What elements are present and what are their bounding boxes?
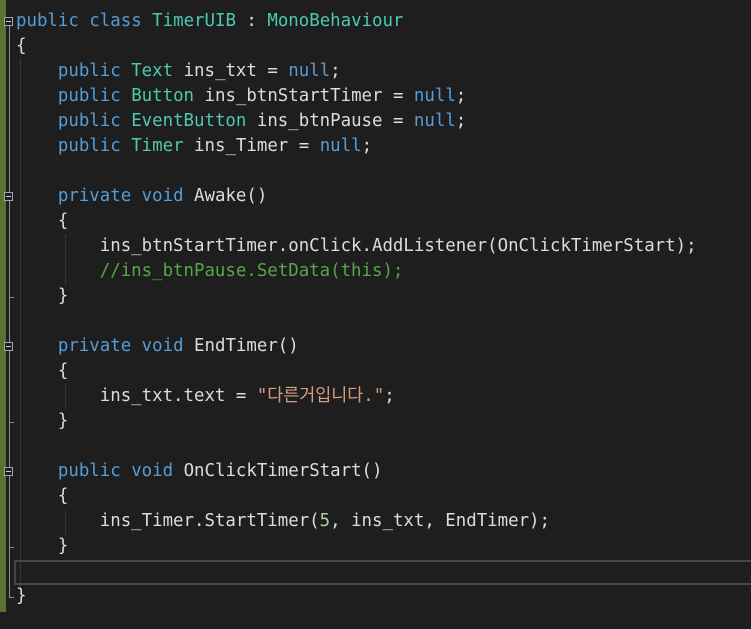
code-token: void xyxy=(141,186,184,206)
code-line[interactable]: private void Awake() xyxy=(16,184,267,209)
code-token: { xyxy=(16,211,69,231)
code-token: { xyxy=(16,361,69,381)
collapse-region-icon[interactable] xyxy=(4,342,13,351)
code-token: { xyxy=(16,486,69,506)
code-token: } xyxy=(16,536,69,556)
code-token: public xyxy=(57,86,121,106)
code-token: Timer xyxy=(131,136,184,156)
code-line[interactable]: } xyxy=(16,409,68,434)
code-token: TimerUIB xyxy=(152,11,236,31)
code-token: "다른거입니다." xyxy=(256,386,385,406)
code-token: public xyxy=(57,111,121,131)
code-line[interactable]: ins_txt.text = "다른거입니다."; xyxy=(16,384,395,409)
code-line[interactable]: ins_btnStartTimer.onClick.AddListener(On… xyxy=(16,234,697,259)
code-token: OnClickTimerStart() xyxy=(173,461,383,481)
change-tracking-bar xyxy=(0,0,6,612)
outline-line-class xyxy=(9,22,10,597)
code-token: EndTimer() xyxy=(183,336,299,356)
code-token: ins_Timer.StartTimer( xyxy=(16,511,320,531)
code-editor[interactable]: public class TimerUIB : MonoBehaviour{ p… xyxy=(0,0,751,629)
outline-end-awake xyxy=(9,297,14,298)
code-line[interactable]: public class TimerUIB : MonoBehaviour xyxy=(16,9,403,34)
code-token: null xyxy=(319,136,362,156)
code-line[interactable]: { xyxy=(16,209,68,234)
code-token: Text xyxy=(131,61,174,81)
code-token: } xyxy=(16,586,27,606)
code-token: 5 xyxy=(319,511,331,531)
outline-end-endtimer xyxy=(9,422,14,423)
code-token: ; xyxy=(361,136,373,156)
code-token: ; xyxy=(455,111,467,131)
code-token: ins_btnStartTimer.onClick.AddListener(On… xyxy=(16,236,697,256)
code-token: MonoBehaviour xyxy=(267,11,404,31)
code-token: , ins_txt, EndTimer); xyxy=(330,511,550,531)
code-token: ; xyxy=(330,61,341,81)
code-token: Button xyxy=(131,86,195,106)
collapse-region-icon[interactable] xyxy=(4,467,13,476)
collapse-region-icon[interactable] xyxy=(4,17,13,26)
outline-end-class xyxy=(9,597,14,598)
code-token: } xyxy=(16,286,69,306)
code-token: ins_btnStartTimer = xyxy=(194,86,414,106)
code-token: //ins_btnPause.SetData(this); xyxy=(99,261,404,281)
code-line[interactable]: //ins_btnPause.SetData(this); xyxy=(16,259,404,284)
code-token: ; xyxy=(455,86,467,106)
code-token: class xyxy=(89,11,142,31)
code-token: public xyxy=(57,61,121,81)
code-line[interactable]: public Button ins_btnStartTimer = null; xyxy=(16,84,466,109)
code-line[interactable]: } xyxy=(16,284,68,309)
code-line[interactable]: public EventButton ins_btnPause = null; xyxy=(16,109,466,134)
code-token: void xyxy=(131,461,174,481)
code-token: void xyxy=(141,336,184,356)
code-token: ins_txt.text = xyxy=(16,386,257,406)
code-token: : xyxy=(235,11,268,31)
code-line[interactable]: } xyxy=(16,584,26,609)
code-token: public xyxy=(57,461,121,481)
code-token: ins_Timer = xyxy=(183,136,320,156)
code-token: public xyxy=(16,11,79,31)
code-line[interactable]: private void EndTimer() xyxy=(16,334,299,359)
code-token: public xyxy=(57,136,121,156)
code-line[interactable]: public Text ins_txt = null; xyxy=(16,59,341,84)
code-token: Awake() xyxy=(183,186,268,206)
code-token: private xyxy=(57,336,132,356)
code-token: EventButton xyxy=(131,111,247,131)
code-token: ; xyxy=(384,386,395,406)
code-token: null xyxy=(288,61,331,81)
code-line[interactable]: public Timer ins_Timer = null; xyxy=(16,134,372,159)
code-line[interactable]: public void OnClickTimerStart() xyxy=(16,459,383,484)
code-line[interactable]: { xyxy=(16,34,26,59)
code-token: ins_txt = xyxy=(173,61,289,81)
code-token: { xyxy=(16,36,27,56)
code-line[interactable]: { xyxy=(16,359,68,384)
code-token: null xyxy=(413,111,456,131)
code-line[interactable]: ins_Timer.StartTimer(5, ins_txt, EndTime… xyxy=(16,509,550,534)
code-line[interactable]: { xyxy=(16,484,68,509)
code-token: private xyxy=(57,186,132,206)
current-line-highlight[interactable] xyxy=(14,560,751,585)
code-token: } xyxy=(16,411,69,431)
code-line[interactable]: } xyxy=(16,534,68,559)
code-token: null xyxy=(413,86,456,106)
outline-end-onclicktimerstart xyxy=(9,547,14,548)
collapse-region-icon[interactable] xyxy=(4,192,13,201)
code-token: ins_btnPause = xyxy=(246,111,414,131)
